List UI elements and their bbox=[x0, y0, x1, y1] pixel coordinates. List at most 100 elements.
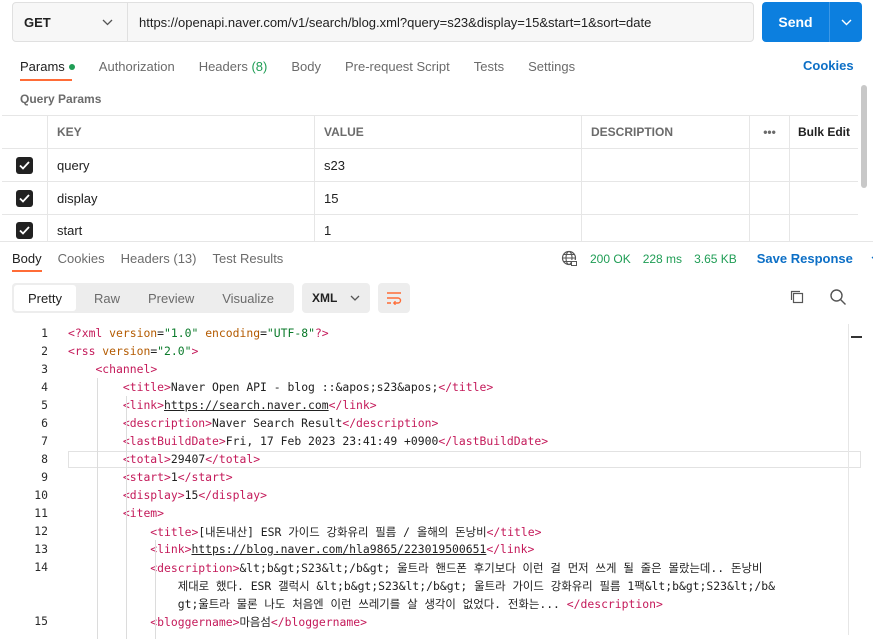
line-number: 5 bbox=[41, 398, 48, 412]
editor-scroll-marker bbox=[851, 336, 862, 338]
url-input[interactable]: https://openapi.naver.com/v1/search/blog… bbox=[128, 15, 651, 30]
code-line: <channel> bbox=[95, 362, 158, 376]
table-header-row: KEY VALUE DESCRIPTION ••• Bulk Edit bbox=[2, 116, 858, 149]
header-value: VALUE bbox=[315, 116, 582, 148]
row-checkbox-cell bbox=[2, 215, 48, 241]
header-checkbox-cell bbox=[2, 116, 48, 148]
active-tab-underline bbox=[20, 79, 72, 81]
code-line: <?xml version="1.0" encoding="UTF-8"?> bbox=[68, 326, 329, 340]
row-spacer bbox=[790, 182, 858, 214]
row-checkbox[interactable] bbox=[16, 189, 33, 207]
status-code[interactable]: 200 OK bbox=[590, 252, 631, 266]
tab-settings[interactable]: Settings bbox=[528, 59, 575, 74]
param-key[interactable]: display bbox=[48, 182, 315, 214]
indent-guide bbox=[126, 396, 127, 639]
view-visualize[interactable]: Visualize bbox=[208, 285, 288, 311]
view-pretty[interactable]: Pretty bbox=[14, 285, 76, 311]
table-row: start 1 bbox=[2, 215, 858, 241]
row-checkbox[interactable] bbox=[16, 222, 33, 239]
row-spacer bbox=[790, 149, 858, 181]
line-number: 9 bbox=[41, 470, 48, 484]
tab-authorization[interactable]: Authorization bbox=[99, 59, 175, 74]
tab-params-label: Params bbox=[20, 58, 65, 74]
line-number: 7 bbox=[41, 434, 48, 448]
line-number: 6 bbox=[41, 416, 48, 430]
save-response-label: Save Response bbox=[756, 251, 853, 266]
line-number: 2 bbox=[41, 344, 48, 358]
table-row: query s23 bbox=[2, 149, 858, 182]
param-description[interactable] bbox=[582, 215, 750, 241]
line-number: 12 bbox=[34, 524, 48, 538]
tab-params[interactable]: Params bbox=[20, 59, 75, 74]
params-table: KEY VALUE DESCRIPTION ••• Bulk Edit quer… bbox=[2, 115, 858, 241]
tab-response-cookies[interactable]: Cookies bbox=[58, 251, 105, 266]
param-key[interactable]: start bbox=[48, 215, 315, 241]
method-select[interactable]: GET bbox=[13, 3, 128, 41]
row-spacer bbox=[790, 215, 858, 241]
view-raw[interactable]: Raw bbox=[80, 285, 134, 311]
more-options-icon[interactable]: ••• bbox=[750, 116, 790, 148]
row-checkbox[interactable] bbox=[16, 156, 33, 174]
copy-icon[interactable] bbox=[789, 289, 805, 305]
response-tabs: Body Cookies Headers (13) Test Results bbox=[12, 250, 299, 266]
row-spacer bbox=[750, 182, 790, 214]
row-checkbox-cell bbox=[2, 182, 48, 214]
tab-headers-label: Headers bbox=[198, 58, 248, 74]
bulk-edit-button[interactable]: Bulk Edit bbox=[790, 116, 858, 148]
view-mode-selector: Pretty Raw Preview Visualize bbox=[12, 283, 294, 313]
params-active-dot-icon bbox=[68, 64, 75, 71]
tab-test-results[interactable]: Test Results bbox=[213, 251, 284, 266]
request-tabs: Params Authorization Headers (8) Body Pr… bbox=[20, 58, 599, 74]
table-row: display 15 bbox=[2, 182, 858, 215]
code-line: <title>Naver Open API - blog ::&apos;s23… bbox=[122, 380, 494, 394]
format-label: XML bbox=[312, 291, 338, 305]
tab-response-body[interactable]: Body bbox=[12, 251, 42, 266]
chevron-down-icon bbox=[102, 19, 113, 25]
code-line: <title>[내돈내산] ESR 가이드 강화유리 필름 / 올해의 돈낭비<… bbox=[150, 525, 542, 539]
line-number: 13 bbox=[34, 542, 48, 556]
search-icon[interactable] bbox=[829, 288, 847, 306]
tab-tests[interactable]: Tests bbox=[474, 59, 504, 74]
check-icon bbox=[19, 160, 30, 170]
tab-response-headers[interactable]: Headers (13) bbox=[121, 251, 197, 266]
send-options-chevron-icon[interactable] bbox=[830, 2, 862, 42]
code-line: <link>https://search.naver.com</link> bbox=[122, 398, 377, 412]
format-select[interactable]: XML bbox=[302, 283, 370, 313]
param-value[interactable]: 1 bbox=[315, 215, 582, 241]
response-size[interactable]: 3.65 KB bbox=[694, 252, 737, 266]
param-description[interactable] bbox=[582, 182, 750, 214]
param-description[interactable] bbox=[582, 149, 750, 181]
view-preview[interactable]: Preview bbox=[134, 285, 208, 311]
response-time[interactable]: 228 ms bbox=[643, 252, 682, 266]
row-spacer bbox=[750, 149, 790, 181]
tab-headers[interactable]: Headers (8) bbox=[199, 59, 268, 74]
line-number: 11 bbox=[34, 506, 48, 520]
editor-scrollbar-track[interactable] bbox=[848, 324, 849, 635]
code-line: 제대로 했다. ESR 갤럭시 &lt;b&gt;S23&lt;/b&gt; 울… bbox=[68, 579, 775, 593]
send-button[interactable]: Send bbox=[762, 2, 862, 42]
method-label: GET bbox=[24, 14, 51, 30]
row-spacer bbox=[750, 215, 790, 241]
param-key[interactable]: query bbox=[48, 149, 315, 181]
line-number: 3 bbox=[41, 362, 48, 376]
tab-pre-request-script[interactable]: Pre-request Script bbox=[345, 59, 450, 74]
param-value[interactable]: 15 bbox=[315, 182, 582, 214]
tab-body[interactable]: Body bbox=[291, 59, 321, 74]
headers-count: (8) bbox=[251, 58, 268, 74]
cookies-link[interactable]: Cookies bbox=[803, 58, 854, 73]
wrap-lines-button[interactable] bbox=[378, 283, 410, 313]
globe-icon[interactable] bbox=[561, 250, 578, 267]
line-number: 4 bbox=[41, 380, 48, 394]
code-line: <bloggername>마음섬</bloggername> bbox=[150, 615, 367, 629]
line-number: 1 bbox=[41, 326, 48, 340]
code-line: <description>&lt;b&gt;S23&lt;/b&gt; 울트라 … bbox=[150, 561, 763, 575]
code-line: <item> bbox=[122, 506, 165, 520]
header-description: DESCRIPTION bbox=[582, 116, 750, 148]
save-response-button[interactable]: Save Response bbox=[757, 251, 873, 266]
params-scrollbar[interactable] bbox=[861, 85, 867, 188]
pane-divider[interactable] bbox=[0, 241, 873, 242]
param-value[interactable]: s23 bbox=[315, 149, 582, 181]
response-status-bar: 200 OK 228 ms 3.65 KB Save Response bbox=[561, 250, 873, 267]
send-label: Send bbox=[762, 2, 830, 42]
query-params-heading: Query Params bbox=[20, 92, 102, 106]
